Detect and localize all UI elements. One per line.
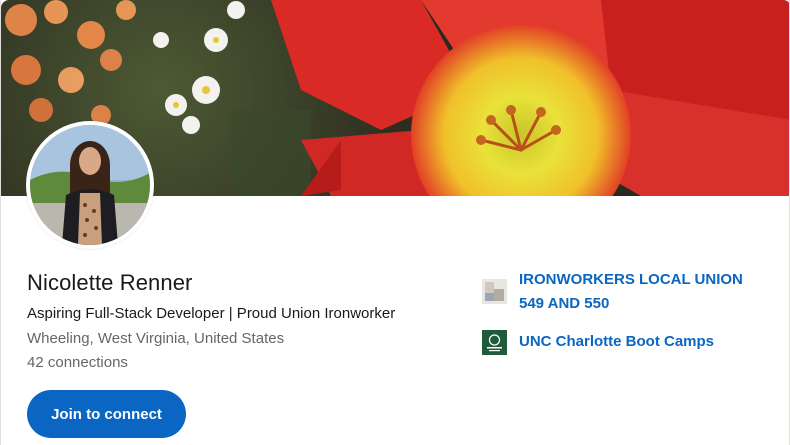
org-link-unc-charlotte[interactable]: UNC Charlotte Boot Camps (482, 330, 759, 355)
profile-name: Nicolette Renner (27, 270, 193, 295)
org-name-unc-charlotte: UNC Charlotte Boot Camps (519, 333, 715, 350)
join-to-connect-button[interactable]: Join to connect (27, 390, 186, 438)
profile-headline: Aspiring Full-Stack Developer | Proud Un… (27, 305, 396, 322)
connections-count: 42 connections (27, 354, 128, 371)
org-name-ironworkers: IRONWORKERS LOCAL UNION 549 AND 550 (519, 271, 743, 312)
profile-card: Nicolette Renner Aspiring Full-Stack Dev… (0, 0, 790, 445)
profile-avatar[interactable] (26, 121, 154, 249)
org-link-ironworkers[interactable]: IRONWORKERS LOCAL UNION 549 AND 550 (482, 268, 759, 316)
profile-location: Wheeling, West Virginia, United States (27, 330, 285, 347)
profile-photo-image (30, 125, 150, 245)
building-placeholder-icon (482, 279, 507, 304)
unc-charlotte-logo-icon (482, 330, 507, 355)
